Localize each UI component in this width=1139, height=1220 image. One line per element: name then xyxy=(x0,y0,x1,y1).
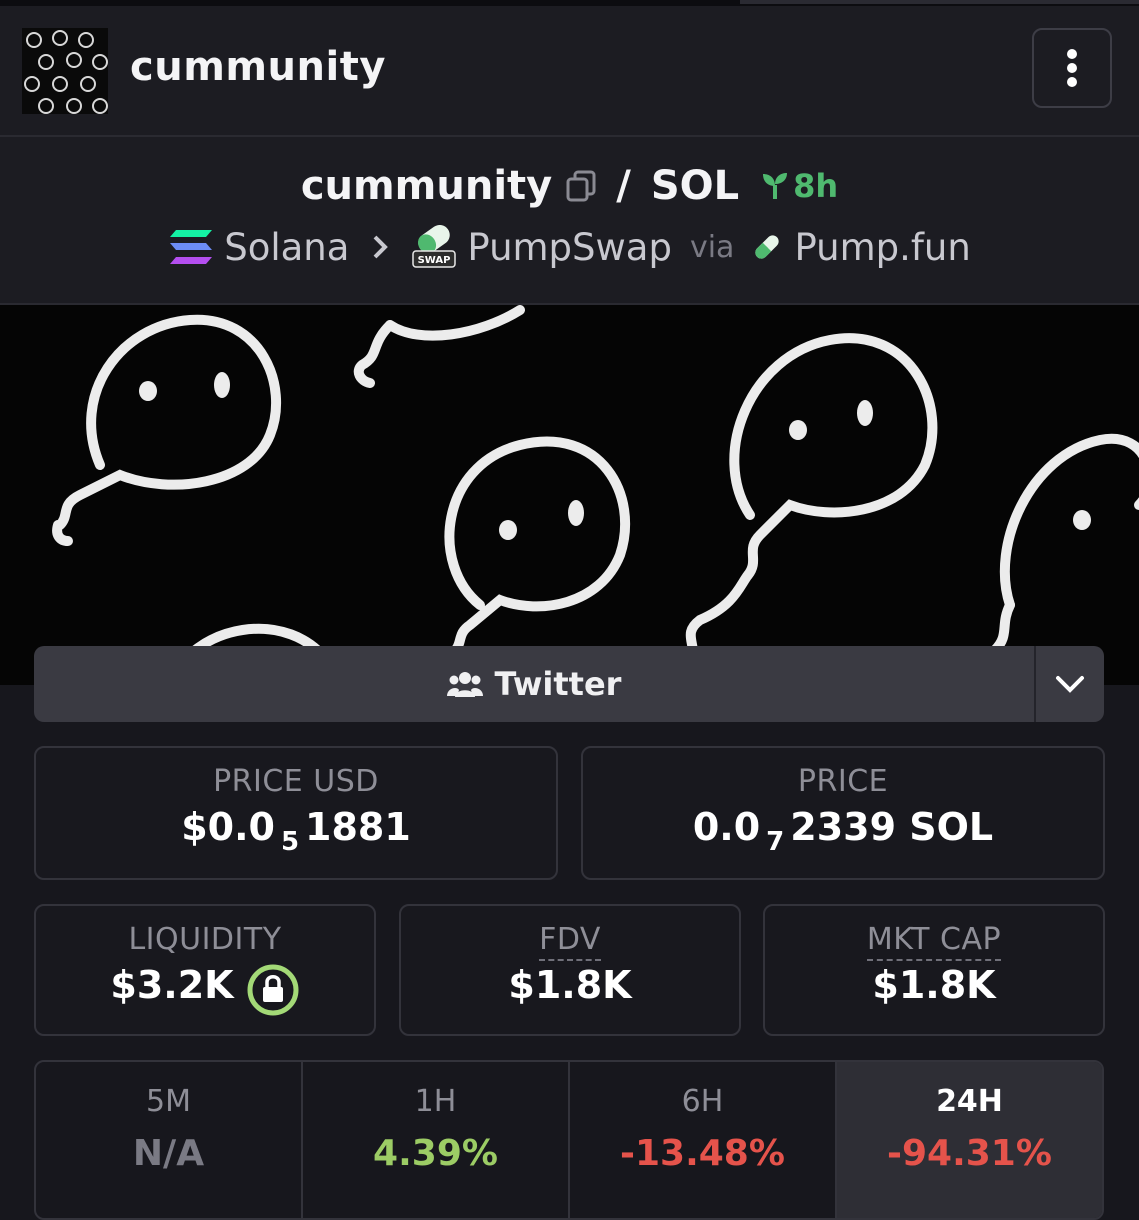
tab-1h-value: 4.39% xyxy=(373,1133,498,1174)
liquidity-value-row: $3.2K xyxy=(36,963,374,1017)
price-usd-prefix: $0.0 xyxy=(181,805,275,849)
pair-title: cummunity / SOL 8h xyxy=(0,163,1139,209)
twitter-button[interactable]: Twitter xyxy=(34,646,1036,722)
pair-separator: / xyxy=(616,163,631,209)
tab-24h-value: -94.31% xyxy=(887,1133,1052,1174)
solana-icon xyxy=(170,230,213,264)
chain-link[interactable]: Solana xyxy=(224,226,349,269)
pair-token-name: cummunity xyxy=(300,163,553,209)
fdv-label-wrap: FDV xyxy=(401,922,739,961)
token-banner-image xyxy=(0,305,1139,685)
price-native-card: PRICE 0.0 7 2339 SOL xyxy=(581,746,1105,880)
users-icon xyxy=(446,672,483,697)
tab-1h[interactable]: 1H 4.39% xyxy=(303,1062,570,1218)
launchpad-link[interactable]: Pump.fun xyxy=(794,226,970,269)
more-options-button[interactable] xyxy=(1032,28,1112,108)
price-native-label: PRICE xyxy=(797,764,889,799)
fdv-card: FDV $1.8K xyxy=(399,904,741,1036)
mkt-cap-label[interactable]: MKT CAP xyxy=(866,922,1002,961)
chain-breadcrumb: Solana SWAP PumpSwap via Pump.fun xyxy=(0,225,1139,269)
kebab-icon xyxy=(1067,49,1077,87)
token-title: cummunity xyxy=(130,44,386,90)
tab-1h-label: 1H xyxy=(414,1084,457,1119)
price-usd-card: PRICE USD $0.0 5 1881 xyxy=(34,746,558,880)
pair-age-value: 8h xyxy=(793,167,839,205)
tab-6h[interactable]: 6H -13.48% xyxy=(570,1062,837,1218)
tab-6h-value: -13.48% xyxy=(620,1133,785,1174)
price-usd-label: PRICE USD xyxy=(213,764,379,799)
seedling-icon xyxy=(763,173,788,199)
twitter-label: Twitter xyxy=(494,665,622,703)
fdv-value: $1.8K xyxy=(508,963,632,1007)
via-label: via xyxy=(689,229,735,265)
tab-24h[interactable]: 24H -94.31% xyxy=(837,1062,1102,1218)
price-native-zero-count: 7 xyxy=(766,827,785,857)
chevron-right-icon xyxy=(371,226,389,269)
header: cummunity xyxy=(0,6,1139,137)
price-usd-zero-count: 5 xyxy=(280,827,300,857)
pair-age: 8h xyxy=(761,167,838,205)
swap-badge-text: SWAP xyxy=(418,255,451,266)
mkt-cap-card: MKT CAP $1.8K xyxy=(763,904,1105,1036)
token-avatar xyxy=(22,28,108,114)
dex-link[interactable]: PumpSwap xyxy=(467,226,672,269)
tab-5m[interactable]: 5M N/A xyxy=(36,1062,303,1218)
social-links-bar: Twitter xyxy=(34,646,1104,722)
social-dropdown-toggle[interactable] xyxy=(1036,646,1104,722)
mkt-cap-value: $1.8K xyxy=(872,963,996,1007)
fdv-label[interactable]: FDV xyxy=(539,922,601,961)
mkt-cap-label-wrap: MKT CAP xyxy=(765,922,1103,961)
copy-icon[interactable] xyxy=(566,170,596,202)
tab-24h-label: 24H xyxy=(936,1084,1003,1119)
price-native-prefix: 0.0 xyxy=(692,805,761,849)
pair-quote-token: SOL xyxy=(650,163,740,209)
pair-info: cummunity / SOL 8h Solana SWAP PumpSwap … xyxy=(0,137,1139,305)
tab-6h-label: 6H xyxy=(681,1084,724,1119)
tab-5m-value: N/A xyxy=(132,1133,205,1174)
liquidity-value: $3.2K xyxy=(110,963,234,1007)
pumpswap-icon: SWAP xyxy=(411,225,457,269)
price-change-tabs: 5M N/A 1H 4.39% 6H -13.48% 24H -94.31% xyxy=(34,1060,1104,1220)
pill-icon xyxy=(755,235,780,259)
liquidity-card: LIQUIDITY $3.2K xyxy=(34,904,376,1036)
liquidity-label: LIQUIDITY xyxy=(128,922,282,957)
tab-5m-label: 5M xyxy=(146,1084,191,1119)
lock-icon[interactable] xyxy=(246,963,300,1017)
price-usd-digits: 1881 xyxy=(305,805,411,849)
price-usd-value: $0.0 5 1881 xyxy=(36,805,556,857)
price-native-digits: 2339 SOL xyxy=(790,805,994,849)
price-native-value: 0.0 7 2339 SOL xyxy=(583,805,1103,857)
chevron-down-icon xyxy=(1056,676,1084,693)
